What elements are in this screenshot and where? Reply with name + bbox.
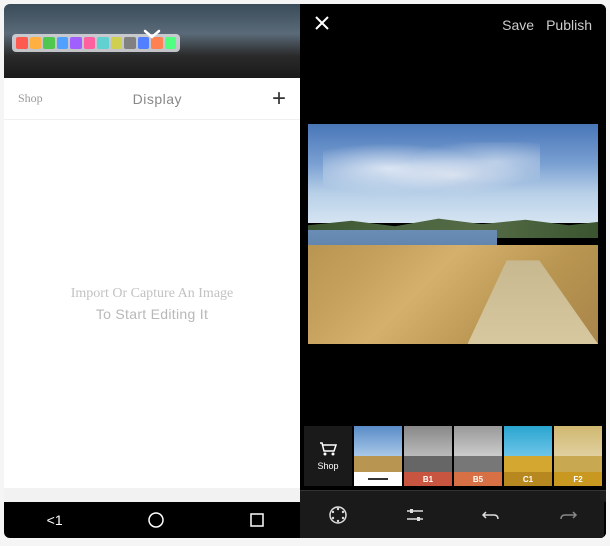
image-canvas[interactable] — [300, 46, 606, 422]
filter-b1[interactable]: B1 — [404, 426, 452, 486]
add-button[interactable]: + — [272, 85, 286, 113]
chevron-down-icon[interactable] — [143, 24, 161, 45]
empty-line2: To Start Editing It — [96, 306, 208, 322]
edit-toolbar — [300, 490, 606, 538]
save-button[interactable]: Save — [502, 17, 534, 33]
cart-icon — [318, 441, 338, 457]
top-nav-bar: Shop Display + — [4, 78, 300, 120]
close-icon[interactable] — [314, 15, 330, 36]
right-editor-panel: Save Publish Shop — [300, 4, 606, 538]
left-app-panel: Shop Display + Import Or Capture An Imag… — [4, 4, 300, 538]
undo-icon[interactable] — [480, 504, 502, 526]
landscape-photo — [308, 124, 598, 344]
editor-top-bar: Save Publish — [300, 4, 606, 46]
sliders-icon[interactable] — [404, 504, 426, 526]
redo-icon[interactable] — [557, 504, 579, 526]
shop-link[interactable]: Shop — [18, 91, 43, 106]
collapsed-image-preview[interactable] — [4, 4, 300, 78]
filter-shop-label: Shop — [317, 461, 338, 471]
android-home-icon[interactable] — [146, 510, 166, 530]
filter-c1[interactable]: C1 — [504, 426, 552, 486]
empty-state[interactable]: Import Or Capture An Image To Start Edit… — [4, 120, 300, 488]
android-recents-icon[interactable] — [247, 510, 267, 530]
publish-button[interactable]: Publish — [546, 17, 592, 33]
nav-title[interactable]: Display — [43, 91, 272, 107]
filter-f2[interactable]: F2 — [554, 426, 602, 486]
presets-wheel-icon[interactable] — [327, 504, 349, 526]
filter-strip: Shop B1 B5 C1 — [300, 422, 606, 490]
filter-shop-button[interactable]: Shop — [304, 426, 352, 486]
filter-original[interactable] — [354, 426, 402, 486]
android-nav-left: <1 — [4, 502, 308, 538]
filter-b5[interactable]: B5 — [454, 426, 502, 486]
android-back-text[interactable]: <1 — [45, 510, 65, 530]
android-back-icon[interactable] — [604, 510, 606, 530]
empty-line1: Import Or Capture An Image — [71, 286, 234, 302]
android-nav-right — [604, 502, 606, 538]
